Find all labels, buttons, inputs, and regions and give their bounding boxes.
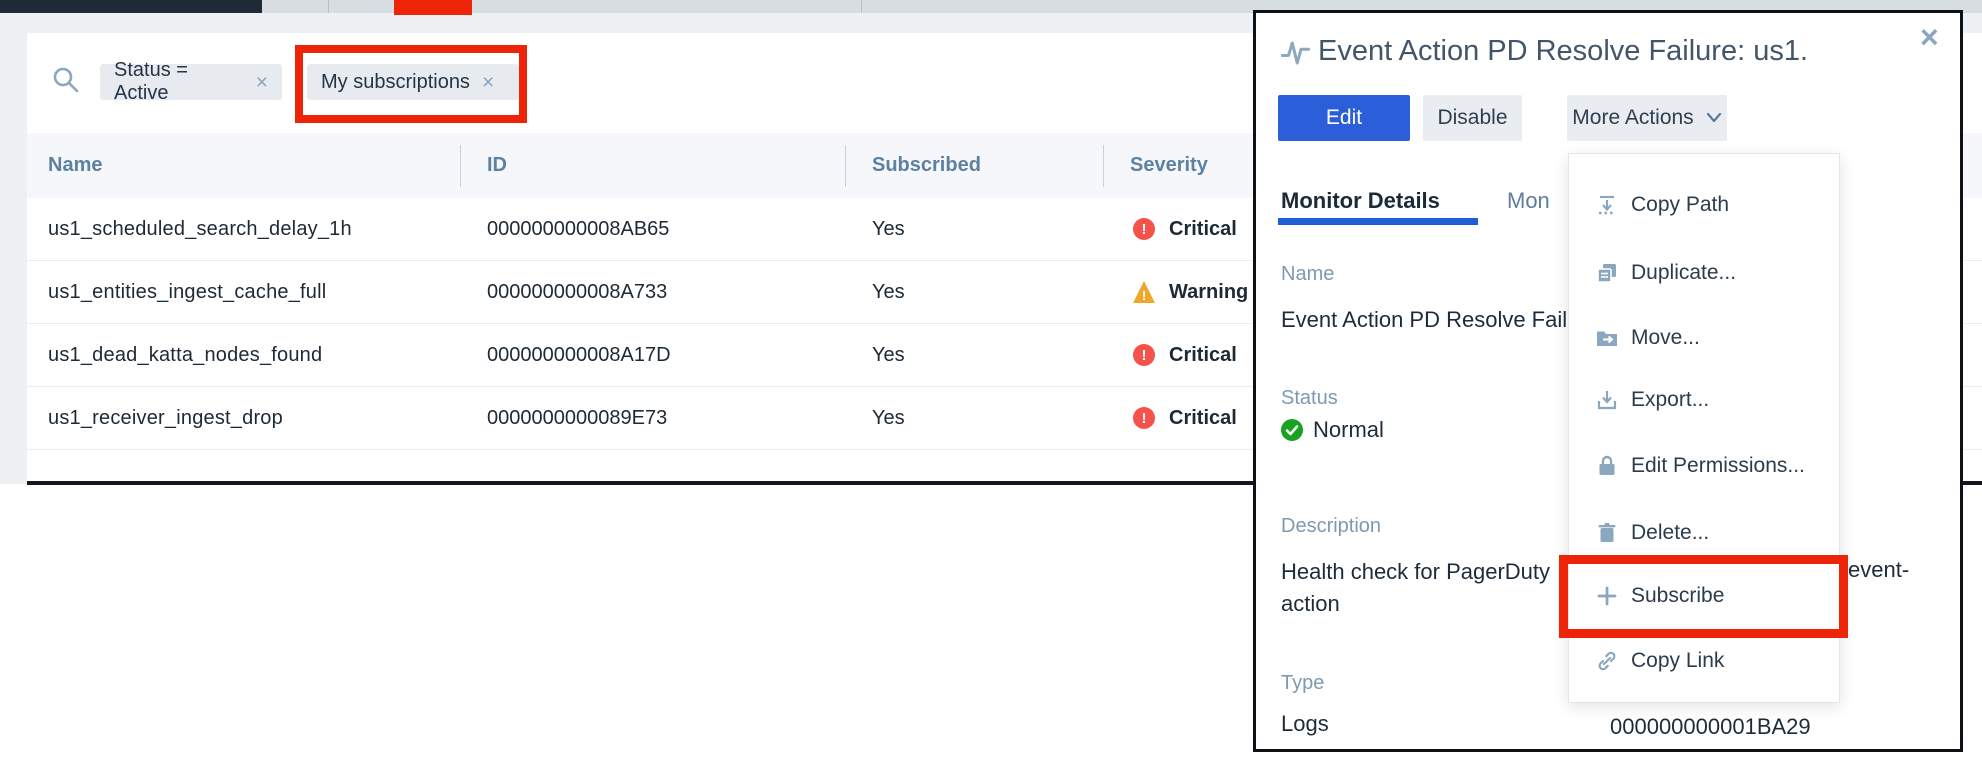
column-divider [845,145,846,187]
tab-partial-mon[interactable]: Mon [1507,188,1550,214]
search-icon [53,67,79,93]
edit-button[interactable]: Edit [1278,95,1410,141]
cell-monitor-name[interactable]: us1_entities_ingest_cache_full [48,261,326,323]
severity-label: Critical [1169,406,1237,429]
column-header-severity[interactable]: Severity [1130,133,1208,198]
menu-item-export[interactable]: Export... [1569,383,1839,417]
close-icon[interactable]: × [1920,21,1939,53]
cell-subscribed: Yes [872,280,905,303]
description-line1-tail: event- [1848,557,1910,582]
cell-monitor-id: 000000000008AB65 [487,217,670,240]
cell-severity: ! Warning [1133,261,1248,323]
move-folder-icon [1595,326,1619,350]
column-header-id[interactable]: ID [487,133,507,198]
cell-severity: ! Critical [1133,387,1237,449]
description-line2: action [1281,591,1340,616]
trash-icon [1595,521,1619,545]
name-value: Event Action PD Resolve Fail [1281,307,1568,332]
status-value: Normal [1313,417,1384,442]
monitor-id-value: 000000000001BA29 [1610,714,1811,739]
filter-chip-label: Status = Active [114,59,188,104]
severity-critical-icon: ! [1133,407,1155,429]
menu-item-copy-link[interactable]: Copy Link [1569,644,1839,678]
type-label: Type [1281,672,1325,694]
filter-chip-status-active[interactable]: Status = Active × [100,59,282,104]
more-actions-label: More Actions [1572,106,1694,129]
annotation-box-my-subscriptions [295,45,527,123]
menu-item-edit-permissions[interactable]: Edit Permissions... [1569,449,1839,483]
status-label: Status [1281,387,1338,409]
cell-monitor-id: 000000000008A733 [487,280,668,303]
name-label: Name [1281,263,1335,285]
cell-monitor-name[interactable]: us1_scheduled_search_delay_1h [48,198,352,260]
column-divider [460,145,461,187]
tab-separator [328,0,329,13]
cell-monitor-name[interactable]: us1_receiver_ingest_drop [48,387,283,449]
link-icon [1595,649,1619,673]
page-left-gutter [0,33,27,484]
cell-subscribed: Yes [872,406,905,429]
annotation-box-subscribe [1559,555,1848,638]
column-header-name[interactable]: Name [48,133,102,198]
column-divider [1103,145,1104,187]
cell-monitor-id: 0000000000089E73 [487,406,668,429]
tab-monitor-details[interactable]: Monitor Details [1281,188,1440,214]
copy-path-icon [1595,193,1619,217]
cell-severity: ! Critical [1133,198,1237,260]
severity-label: Warning [1169,280,1249,303]
cell-subscribed: Yes [872,343,905,366]
menu-item-delete[interactable]: Delete... [1569,516,1839,550]
menu-item-duplicate[interactable]: Duplicate... [1569,256,1839,290]
annotation-highlight-tab [394,0,472,15]
menu-item-move[interactable]: Move... [1569,321,1839,355]
cell-monitor-name[interactable]: us1_dead_katta_nodes_found [48,324,322,386]
chevron-down-icon [1706,112,1721,123]
type-value: Logs [1281,711,1329,736]
more-actions-button[interactable]: More Actions [1567,95,1727,141]
severity-label: Critical [1169,343,1237,366]
pulse-icon [1281,41,1310,65]
severity-warning-icon: ! [1133,281,1155,303]
cell-monitor-id: 000000000008A17D [487,343,671,366]
browser-active-tab[interactable] [0,0,262,13]
export-icon [1595,388,1619,412]
description-line1: Health check for PagerDuty [1281,559,1551,584]
menu-item-copy-path[interactable]: Copy Path [1569,188,1839,222]
cell-subscribed: Yes [872,217,905,240]
disable-button[interactable]: Disable [1423,95,1522,141]
duplicate-icon [1595,261,1619,285]
status-normal-icon [1281,419,1303,441]
active-tab-underline [1278,218,1478,225]
severity-critical-icon: ! [1133,344,1155,366]
description-label: Description [1281,515,1382,537]
panel-title: Event Action PD Resolve Failure: us1. [1318,35,1809,67]
severity-label: Critical [1169,217,1237,240]
remove-filter-icon[interactable]: × [256,72,268,93]
cell-severity: ! Critical [1133,324,1237,386]
severity-critical-icon: ! [1133,218,1155,240]
tab-separator [861,0,862,13]
column-header-subscribed[interactable]: Subscribed [872,133,981,198]
lock-icon [1595,454,1619,478]
